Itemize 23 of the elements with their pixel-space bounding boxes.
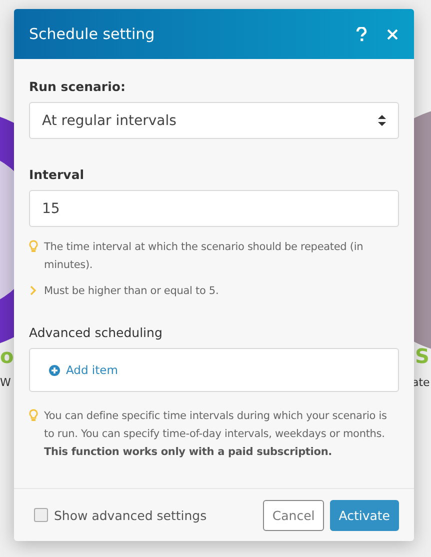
chevron-icon — [29, 284, 38, 297]
advanced-settings-checkbox[interactable]: Show advanced settings — [34, 508, 258, 522]
cancel-button[interactable]: Cancel — [263, 500, 324, 530]
hint-text: The time interval at which the scenario should be repeated (in minutes). — [44, 240, 364, 273]
module-title: S — [415, 344, 430, 368]
dialog-title: Schedule setting — [29, 25, 156, 43]
field-label: Interval — [29, 167, 84, 182]
field-label: Run scenario: — [29, 79, 126, 94]
section-label: Advanced scheduling — [29, 325, 162, 340]
help-icon[interactable] — [356, 26, 367, 42]
lightbulb-icon — [29, 409, 38, 422]
plus-circle-icon — [49, 364, 60, 376]
lightbulb-icon — [29, 240, 38, 253]
hint-text: You can define specific time intervals during which your scenario is to run. You can specify time-of-day intervals, weekdays or months. This function works only with a paid subscription. — [44, 409, 388, 460]
hint-text: Must be higher than or equal to 5. — [44, 284, 219, 299]
module-title: o — [0, 344, 14, 368]
module-caption: W — [0, 376, 11, 389]
interval-input[interactable]: 15 — [29, 190, 399, 227]
run-scenario-select[interactable]: At regular intervals — [29, 102, 399, 139]
activate-button[interactable]: Activate — [330, 500, 399, 530]
sort-caret-icon — [378, 115, 386, 126]
close-icon[interactable] — [387, 28, 398, 40]
add-item-button[interactable]: Add item — [49, 363, 118, 377]
